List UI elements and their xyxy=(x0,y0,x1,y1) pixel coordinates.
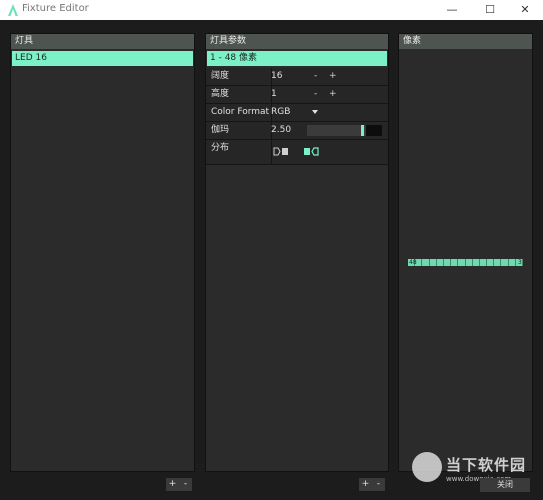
param-table: 阔度 16 - + 高度 1 - + Color Format RGB 伽玛 2… xyxy=(206,68,388,165)
pixel-cell xyxy=(501,259,509,266)
pixel-cell xyxy=(444,259,452,266)
width-value[interactable]: 16 xyxy=(271,68,282,85)
close-button[interactable]: 关闭 xyxy=(480,478,530,492)
add-param-button[interactable]: + xyxy=(359,478,372,491)
fixtures-panel-header: 灯具 xyxy=(11,34,194,49)
pixel-strip-end-label: 3 xyxy=(518,259,522,266)
pixel-cell xyxy=(487,259,495,266)
fixture-params-panel: 灯具参数 1 - 48 像素 阔度 16 - + 高度 1 - + Color … xyxy=(205,33,389,472)
distribution-snake-icon[interactable] xyxy=(303,147,319,156)
pixel-cell xyxy=(494,259,502,266)
distribution-label: 分布 xyxy=(206,140,272,164)
gamma-slider-fill xyxy=(307,125,361,136)
fixtures-footer-buttons: + - xyxy=(166,478,192,491)
chevron-down-icon[interactable] xyxy=(312,110,318,114)
title-bar: Fixture Editor — ☐ ✕ xyxy=(0,0,543,20)
pixel-cell xyxy=(473,259,480,266)
pixels-panel-header: 像素 xyxy=(399,34,532,49)
height-label: 高度 xyxy=(206,86,272,103)
fixtures-panel: 灯具 LED 16 xyxy=(10,33,195,472)
pixel-cell xyxy=(509,259,516,266)
pixel-cell xyxy=(437,259,444,266)
gamma-row: 伽玛 2.50 xyxy=(206,122,388,140)
width-increment-button[interactable]: + xyxy=(329,68,337,85)
width-row: 阔度 16 - + xyxy=(206,68,388,86)
close-window-button[interactable]: ✕ xyxy=(507,0,543,20)
remove-param-button[interactable]: - xyxy=(372,478,385,491)
fixture-list-item[interactable]: LED 16 xyxy=(12,51,193,66)
width-decrement-button[interactable]: - xyxy=(314,68,317,85)
pixel-strip[interactable] xyxy=(408,259,523,266)
height-decrement-button[interactable]: - xyxy=(314,86,317,103)
pixels-panel: 像素 48 3 xyxy=(398,33,533,472)
maximize-button[interactable]: ☐ xyxy=(472,0,508,20)
pixel-cell xyxy=(466,259,473,266)
gamma-value[interactable]: 2.50 xyxy=(271,122,291,139)
add-fixture-button[interactable]: + xyxy=(166,478,179,491)
width-label: 阔度 xyxy=(206,68,272,85)
gamma-slider-track xyxy=(366,125,382,136)
pixel-cell xyxy=(422,259,430,266)
params-panel-header: 灯具参数 xyxy=(206,34,388,49)
param-selected-row[interactable]: 1 - 48 像素 xyxy=(207,51,387,66)
gamma-label: 伽玛 xyxy=(206,122,272,139)
height-increment-button[interactable]: + xyxy=(329,86,337,103)
color-format-select[interactable]: RGB xyxy=(271,104,290,121)
params-footer-buttons: + - xyxy=(359,478,385,491)
distribution-row: 分布 xyxy=(206,140,388,165)
window-title: Fixture Editor xyxy=(22,3,89,14)
watermark-logo-icon xyxy=(412,452,442,482)
pixel-cell xyxy=(430,259,437,266)
color-format-row: Color Format RGB xyxy=(206,104,388,122)
gamma-slider-handle[interactable] xyxy=(361,125,364,136)
watermark-text: 当下软件园 xyxy=(446,456,527,474)
app-logo-icon xyxy=(8,4,18,16)
pixel-cell xyxy=(451,259,459,266)
gamma-slider[interactable] xyxy=(307,125,382,136)
color-format-label: Color Format xyxy=(206,104,272,121)
distribution-linear-icon[interactable] xyxy=(273,147,289,156)
pixel-cell xyxy=(480,259,488,266)
height-row: 高度 1 - + xyxy=(206,86,388,104)
pixel-strip-start-label: 48 xyxy=(409,259,417,266)
minimize-button[interactable]: — xyxy=(434,0,470,20)
pixel-cell xyxy=(458,259,466,266)
remove-fixture-button[interactable]: - xyxy=(179,478,192,491)
height-value[interactable]: 1 xyxy=(271,86,277,103)
